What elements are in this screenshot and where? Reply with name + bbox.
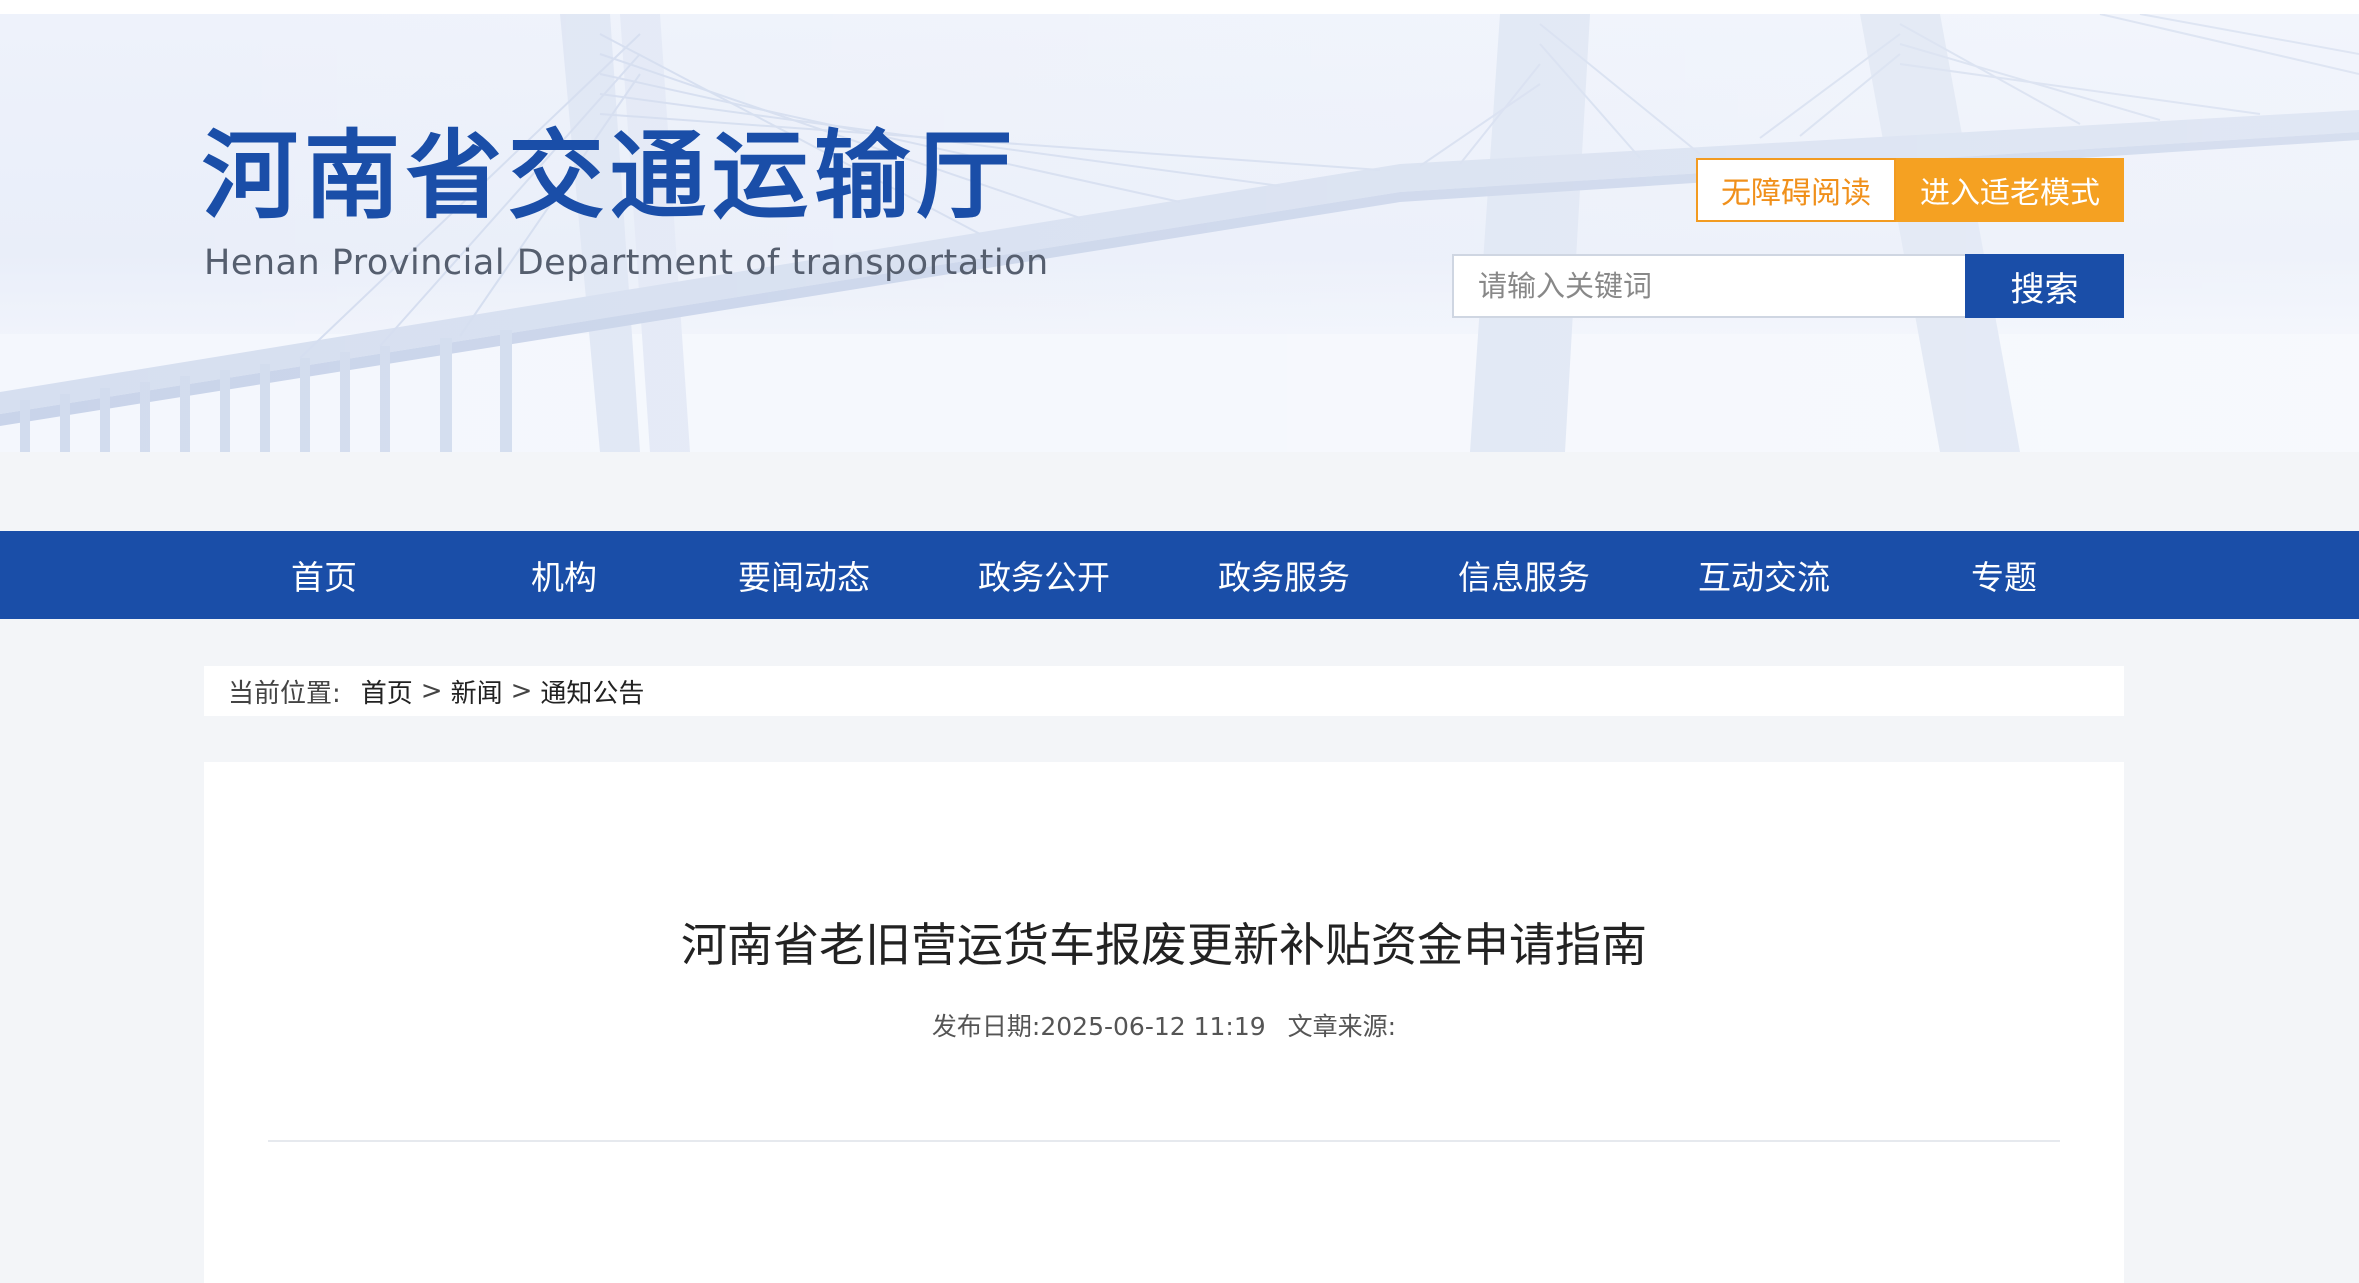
bridge-illustration	[0, 14, 2359, 452]
nav-item-news[interactable]: 要闻动态	[684, 531, 924, 619]
breadcrumb-label: 当前位置:	[228, 678, 341, 709]
nav-item-gov-services[interactable]: 政务服务	[1164, 531, 1404, 619]
main-nav-items: 首页 机构 要闻动态 政务公开 政务服务 信息服务 互动交流 专题	[204, 531, 2124, 619]
breadcrumb-separator: >	[420, 676, 443, 706]
elder-mode-button[interactable]: 进入适老模式	[1896, 158, 2124, 222]
article-source-label: 文章来源:	[1287, 1012, 1397, 1041]
breadcrumb-item-news[interactable]: 新闻	[451, 673, 503, 710]
site-logo-title[interactable]: 河南省交通运输厅	[202, 128, 1018, 224]
mode-buttons: 无障碍阅读 进入适老模式	[1696, 158, 2124, 222]
nav-item-home[interactable]: 首页	[204, 531, 444, 619]
article-panel: 河南省老旧营运货车报废更新补贴资金申请指南 发布日期:2025-06-12 11…	[204, 762, 2124, 1283]
nav-item-organization[interactable]: 机构	[444, 531, 684, 619]
main-nav: 首页 机构 要闻动态 政务公开 政务服务 信息服务 互动交流 专题	[0, 531, 2359, 619]
nav-item-info-services[interactable]: 信息服务	[1404, 531, 1644, 619]
breadcrumb-item-home[interactable]: 首页	[361, 673, 413, 710]
article-title: 河南省老旧营运货车报废更新补贴资金申请指南	[681, 918, 1647, 972]
search-input[interactable]	[1452, 254, 1965, 318]
article-meta: 发布日期:2025-06-12 11:19 文章来源:	[204, 1014, 2124, 1039]
breadcrumb: 当前位置: 首页 > 新闻 > 通知公告	[204, 666, 2124, 716]
breadcrumb-separator: >	[510, 676, 533, 706]
search-box: 搜索	[1452, 254, 2124, 318]
site-header: 河南省交通运输厅 Henan Provincial Department of …	[0, 0, 2359, 452]
publish-datetime: 2025-06-12 11:19	[1040, 1012, 1266, 1041]
search-button[interactable]: 搜索	[1965, 254, 2124, 318]
accessibility-reading-button[interactable]: 无障碍阅读	[1696, 158, 1896, 222]
nav-item-topics[interactable]: 专题	[1884, 531, 2124, 619]
site-logo-subtitle: Henan Provincial Department of transport…	[204, 243, 1049, 283]
breadcrumb-item-notices[interactable]: 通知公告	[540, 673, 644, 710]
publish-date-label: 发布日期:	[931, 1012, 1041, 1041]
nav-item-interaction[interactable]: 互动交流	[1644, 531, 1884, 619]
bridge-banner	[0, 14, 2359, 452]
article-divider	[268, 1140, 2060, 1142]
nav-item-gov-disclosure[interactable]: 政务公开	[924, 531, 1164, 619]
